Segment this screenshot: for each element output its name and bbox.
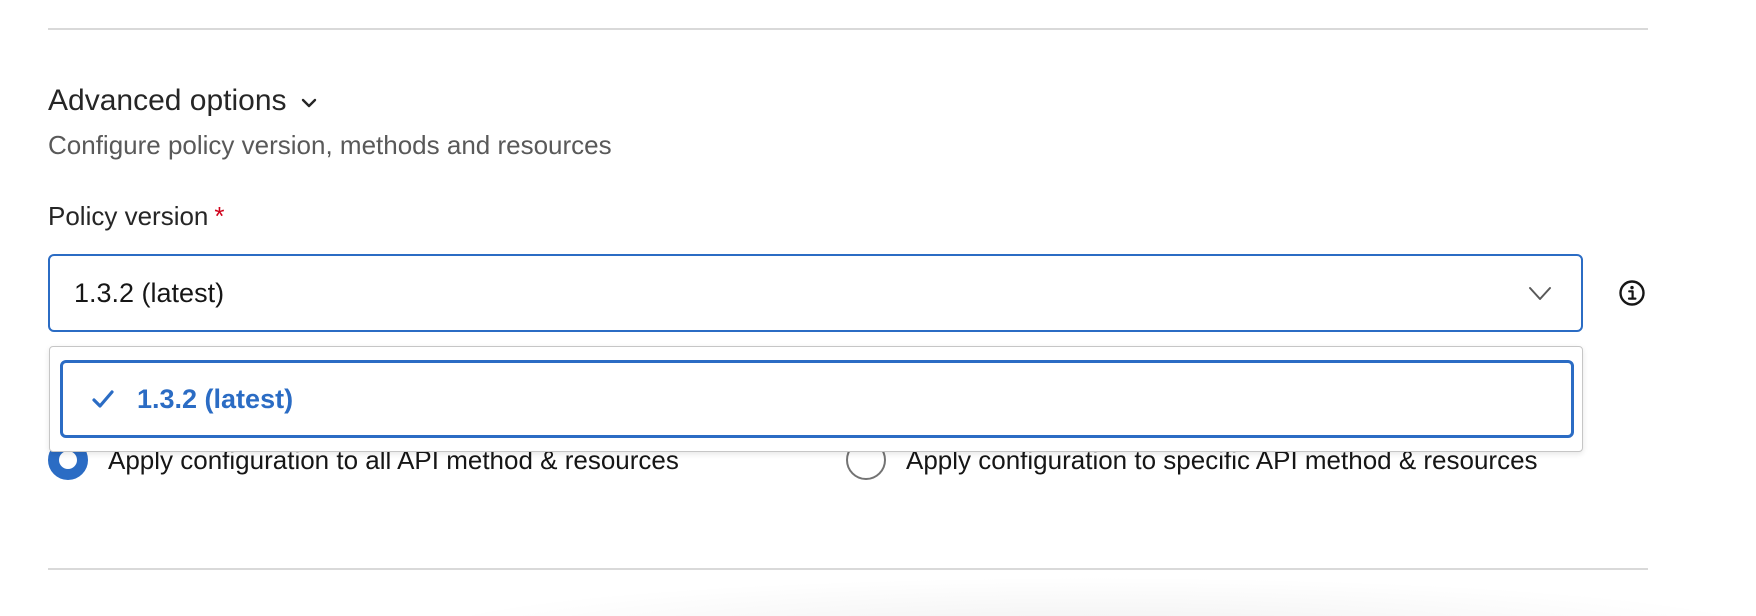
section-title: Advanced options (48, 84, 287, 117)
policy-version-label: Policy version * (48, 199, 225, 233)
check-icon (92, 390, 114, 408)
apply-configuration-radio-group: Apply configuration to all API method & … (48, 440, 1608, 540)
policy-version-selected-value: 1.3.2 (latest) (74, 277, 225, 308)
policy-version-select[interactable]: 1.3.2 (latest) (48, 254, 1583, 332)
chevron-down-icon (1529, 287, 1551, 300)
dropdown-option-latest[interactable]: 1.3.2 (latest) (60, 360, 1574, 438)
policy-version-label-text: Policy version (48, 201, 209, 231)
policy-version-dropdown-menu: 1.3.2 (latest) (49, 346, 1583, 452)
bottom-divider (48, 568, 1648, 570)
chevron-down-icon (301, 98, 316, 108)
section-subtitle: Configure policy version, methods and re… (48, 130, 612, 160)
dropdown-option-label: 1.3.2 (latest) (137, 383, 294, 414)
advanced-options-panel: Advanced options Configure policy versio… (0, 0, 1756, 616)
top-divider (48, 28, 1648, 30)
info-icon[interactable] (1618, 279, 1646, 307)
required-marker: * (214, 201, 225, 231)
advanced-options-toggle[interactable]: Advanced options (48, 82, 319, 120)
